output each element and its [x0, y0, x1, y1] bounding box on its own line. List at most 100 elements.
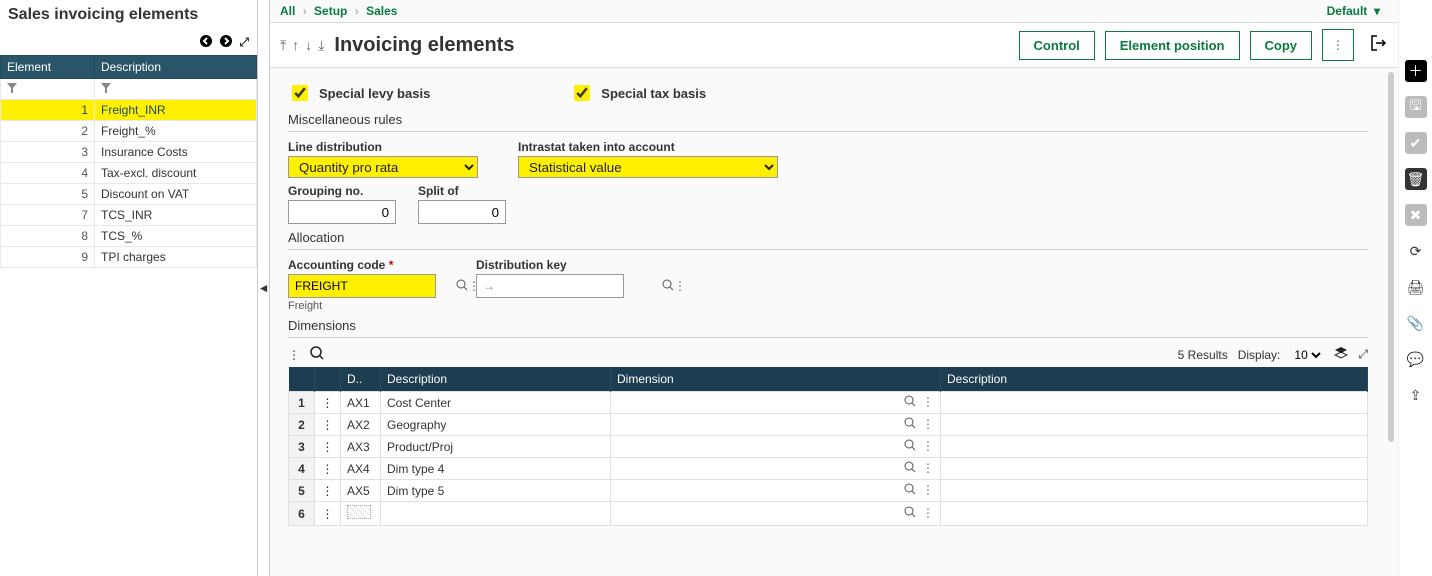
go-last-icon[interactable]: ⤓ — [318, 37, 324, 54]
dist-key-lookup[interactable]: → ⋮ — [476, 274, 624, 298]
list-row[interactable]: 8TCS_% — [1, 226, 257, 247]
search-icon[interactable] — [662, 279, 674, 294]
row-actions-icon[interactable]: ⋮ — [315, 414, 341, 436]
list-row[interactable]: 2Freight_% — [1, 121, 257, 142]
expand-icon[interactable]: ⤢ — [239, 35, 249, 50]
layers-icon[interactable] — [1334, 346, 1348, 363]
col-dimension[interactable]: Dimension — [611, 367, 941, 392]
split-input[interactable] — [418, 200, 506, 224]
table-row[interactable]: 4 ⋮ AX4 Dim type 4 ⋮ — [289, 458, 1368, 480]
table-row[interactable]: 5 ⋮ AX5 Dim type 5 ⋮ — [289, 480, 1368, 502]
search-icon[interactable] — [904, 506, 916, 521]
search-icon[interactable] — [904, 417, 916, 432]
special-levy-checkbox[interactable] — [292, 85, 308, 101]
main-panel: All › Setup › Sales Default ▾ ⤒ ↑ ↓ ⤓ In… — [270, 0, 1398, 576]
list-row[interactable]: 5Discount on VAT — [1, 184, 257, 205]
list-row[interactable]: 7TCS_INR — [1, 205, 257, 226]
apply-button[interactable]: ✔ — [1405, 132, 1427, 154]
col-code[interactable]: D.. — [341, 367, 381, 392]
row-actions-icon[interactable]: ⋮ — [315, 458, 341, 480]
allocation-title: Allocation — [288, 230, 1368, 245]
list-row[interactable]: 1Freight_INR — [1, 100, 257, 121]
col-element[interactable]: Element — [1, 56, 95, 79]
search-icon[interactable] — [904, 483, 916, 498]
dist-key-label: Distribution key — [476, 258, 624, 272]
row-actions-icon[interactable]: ⋮ — [315, 392, 341, 414]
more-icon[interactable]: ⋮ — [922, 395, 934, 410]
more-icon[interactable]: ⋮ — [922, 439, 934, 454]
expand-grid-icon[interactable]: ⤢ — [1358, 347, 1368, 362]
share-button[interactable]: ⇪ — [1405, 384, 1427, 406]
filter-description[interactable] — [95, 79, 257, 100]
col-index — [289, 367, 315, 392]
refresh-button[interactable]: ⟳ — [1405, 240, 1427, 262]
save-button[interactable]: 🖫 — [1405, 96, 1427, 118]
dimensions-title: Dimensions — [288, 318, 1368, 333]
search-icon[interactable] — [904, 461, 916, 476]
table-row[interactable]: 2 ⋮ AX2 Geography ⋮ — [289, 414, 1368, 436]
list-row[interactable]: 3Insurance Costs — [1, 142, 257, 163]
page-title: Invoicing elements — [334, 34, 514, 57]
element-position-button[interactable]: Element position — [1105, 31, 1240, 60]
prev-page-icon[interactable] — [199, 34, 213, 51]
col-description[interactable]: Description — [95, 56, 257, 79]
grid-actions-icon[interactable]: ⋮ — [288, 348, 300, 362]
search-icon[interactable] — [904, 439, 916, 454]
acct-code-lookup[interactable]: ⋮ — [288, 274, 436, 298]
next-page-icon[interactable] — [219, 34, 233, 51]
scrollbar[interactable] — [1388, 72, 1394, 442]
go-first-icon[interactable]: ⤒ — [280, 37, 286, 54]
breadcrumb: All › Setup › Sales — [280, 4, 397, 18]
table-row[interactable]: 3 ⋮ AX3 Product/Proj ⋮ — [289, 436, 1368, 458]
more-actions-button[interactable]: ⋮ — [1322, 29, 1354, 61]
dist-key-input[interactable] — [495, 279, 662, 293]
line-dist-label: Line distribution — [288, 140, 478, 154]
crumb-sales[interactable]: Sales — [366, 4, 397, 18]
more-icon[interactable]: ⋮ — [922, 506, 934, 521]
go-next-icon[interactable]: ↓ — [305, 37, 312, 54]
crumb-setup[interactable]: Setup — [314, 4, 347, 18]
go-prev-icon[interactable]: ↑ — [292, 37, 299, 54]
more-icon[interactable]: ⋮ — [674, 279, 686, 293]
intrastat-select[interactable]: Statistical value — [518, 156, 778, 178]
cancel-button[interactable]: ✖ — [1405, 204, 1427, 226]
list-row[interactable]: 9TPI charges — [1, 247, 257, 268]
row-actions-icon[interactable]: ⋮ — [315, 436, 341, 458]
copy-button[interactable]: Copy — [1250, 31, 1313, 60]
comment-button[interactable]: 💬 — [1405, 348, 1427, 370]
default-dropdown[interactable]: Default ▾ — [1327, 4, 1380, 18]
left-panel: Sales invoicing elements ⤢ Element Descr… — [0, 0, 258, 576]
display-select[interactable]: 10 — [1290, 347, 1324, 363]
grid-search-icon[interactable] — [310, 346, 324, 363]
list-row[interactable]: 4Tax-excl. discount — [1, 163, 257, 184]
special-tax-checkbox[interactable] — [574, 85, 590, 101]
table-row[interactable]: 1 ⋮ AX1 Cost Center ⋮ — [289, 392, 1368, 414]
col-description2[interactable]: Description — [941, 367, 1368, 392]
crumb-all[interactable]: All — [280, 4, 295, 18]
more-icon[interactable]: ⋮ — [922, 483, 934, 498]
new-record-button[interactable]: ＋ — [1405, 60, 1427, 82]
empty-cell — [347, 505, 371, 519]
acct-code-input[interactable] — [289, 279, 456, 293]
table-row[interactable]: 6 ⋮ ⋮ — [289, 502, 1368, 526]
grouping-input[interactable] — [288, 200, 396, 224]
delete-button[interactable]: 🗑 — [1405, 168, 1427, 190]
grouping-label: Grouping no. — [288, 184, 396, 198]
print-button[interactable]: 🖨 — [1405, 276, 1427, 298]
more-icon[interactable]: ⋮ — [922, 461, 934, 476]
row-actions-icon[interactable]: ⋮ — [315, 502, 341, 526]
exit-icon[interactable] — [1370, 34, 1388, 57]
search-icon[interactable] — [904, 395, 916, 410]
dimensions-table: D.. Description Dimension Description 1 … — [288, 367, 1368, 526]
attach-button[interactable]: 📎 — [1405, 312, 1427, 334]
control-button[interactable]: Control — [1019, 31, 1095, 60]
row-actions-icon[interactable]: ⋮ — [315, 480, 341, 502]
filter-element[interactable] — [1, 79, 95, 100]
collapse-left-panel[interactable]: ◄ — [258, 0, 270, 576]
col-description[interactable]: Description — [381, 367, 611, 392]
more-icon[interactable]: ⋮ — [922, 417, 934, 432]
search-icon[interactable] — [456, 279, 468, 294]
line-dist-select[interactable]: Quantity pro rata — [288, 156, 478, 178]
special-tax-label: Special tax basis — [601, 86, 706, 101]
left-panel-title: Sales invoicing elements — [0, 0, 257, 30]
